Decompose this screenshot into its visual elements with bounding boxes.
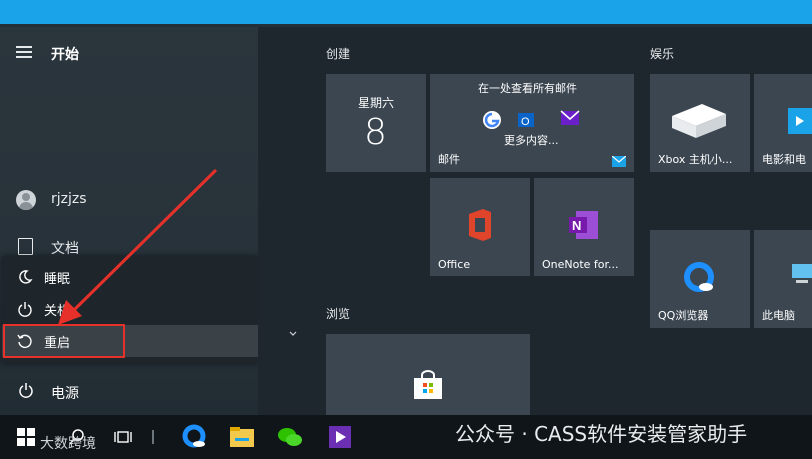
calendar-weekday: 星期六	[358, 96, 395, 110]
start-title: 开始	[51, 47, 79, 63]
svg-text:O: O	[521, 116, 530, 128]
group-create-label: 创建	[326, 47, 351, 61]
qqbrowser-icon	[684, 262, 714, 292]
group-browse-label: 浏览	[326, 307, 351, 321]
envelope-icon	[612, 156, 626, 167]
chevron-down-icon[interactable]	[289, 330, 297, 338]
qqbrowser-label: QQ浏览器	[658, 309, 709, 322]
power-label: 电源	[51, 386, 79, 402]
movies-icon	[788, 108, 812, 134]
sleep-option[interactable]: 睡眠	[2, 261, 259, 293]
qqbrowser-tile[interactable]: QQ浏览器	[650, 230, 750, 328]
xbox-console-icon	[672, 104, 726, 138]
xbox-label: Xbox 主机小...	[658, 153, 733, 166]
document-icon[interactable]	[18, 238, 33, 255]
task-view-button[interactable]	[108, 415, 138, 459]
power-icon	[19, 383, 33, 398]
moon-icon	[19, 270, 33, 284]
window-top-bar	[0, 0, 812, 24]
store-tile[interactable]	[326, 334, 530, 415]
watermark-left: 大数跨境	[40, 436, 96, 452]
windows-logo-icon	[17, 428, 35, 446]
onenote-tile[interactable]: N OneNote for...	[534, 178, 634, 276]
shutdown-label: 关机	[44, 303, 71, 319]
calendar-day: 8	[364, 112, 387, 153]
wechat-icon	[278, 428, 302, 446]
computer-icon	[792, 264, 812, 283]
office-tile[interactable]: Office	[430, 178, 530, 276]
mail-tile[interactable]: 在一处查看所有邮件 O 更多内容... 邮件	[430, 74, 634, 172]
user-name[interactable]: rjzjzs	[51, 191, 87, 207]
google-icon	[483, 111, 501, 129]
mail-more: 更多内容...	[504, 134, 559, 147]
onenote-label: OneNote for...	[542, 258, 619, 271]
outlook-icon: O	[518, 113, 534, 128]
watermark: 公众号 · CASS软件安装管家助手	[455, 422, 748, 446]
shutdown-option[interactable]: 关机	[2, 293, 259, 325]
edge-browser-icon	[182, 424, 206, 448]
group-entertainment-label: 娱乐	[650, 47, 675, 61]
svg-text:N: N	[572, 218, 581, 233]
movies-label: 电影和电	[762, 153, 806, 166]
menu-hamburger-button[interactable]	[16, 46, 32, 58]
movies-tile[interactable]: 电影和电	[754, 74, 812, 172]
thispc-tile[interactable]: 此电脑	[754, 230, 812, 328]
task-view-icon	[114, 431, 132, 443]
office-label: Office	[438, 258, 471, 271]
store-bag-icon	[414, 370, 442, 399]
taskbar-divider	[150, 415, 156, 459]
user-account-button[interactable]	[16, 190, 36, 210]
folder-icon	[230, 427, 254, 447]
mail-header: 在一处查看所有邮件	[478, 82, 577, 95]
xbox-tile[interactable]: Xbox 主机小...	[650, 74, 750, 172]
documents-link[interactable]: 文档	[51, 238, 79, 258]
thispc-label: 此电脑	[762, 309, 795, 322]
taskbar-player-button[interactable]	[322, 415, 358, 459]
media-player-icon	[329, 426, 351, 448]
power-icon	[18, 302, 32, 317]
onenote-icon: N	[569, 211, 598, 239]
taskbar-wechat-button[interactable]	[272, 415, 308, 459]
restart-highlight-box	[3, 324, 125, 358]
taskbar-explorer-button[interactable]	[224, 415, 260, 459]
avatar-icon	[16, 190, 36, 210]
yahoo-mail-icon	[560, 110, 580, 125]
taskbar-edge-button[interactable]	[176, 415, 212, 459]
calendar-tile[interactable]: 星期六 8	[326, 74, 426, 172]
office-icon	[469, 209, 491, 241]
mail-label: 邮件	[438, 153, 460, 166]
hamburger-icon	[16, 46, 32, 58]
sleep-label: 睡眠	[44, 271, 71, 287]
